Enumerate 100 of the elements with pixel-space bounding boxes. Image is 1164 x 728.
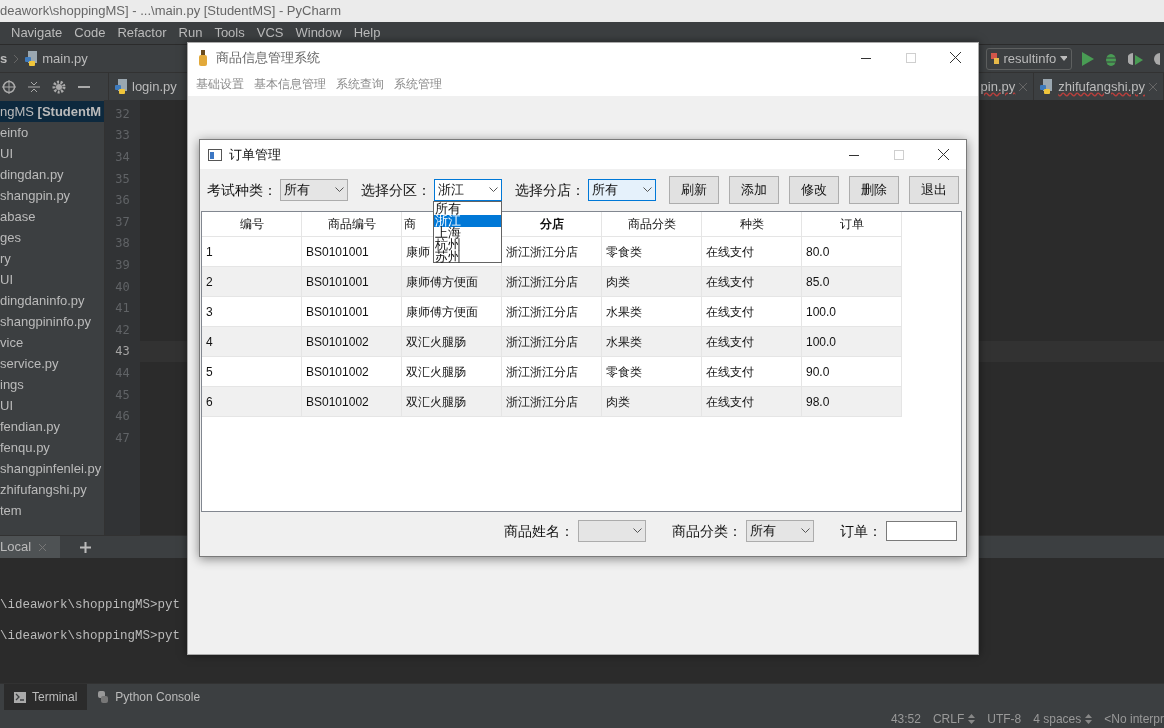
terminal-line: \ideawork\shoppingMS>pyt (0, 597, 181, 615)
chevron-down-icon (801, 528, 810, 534)
project-tree-item[interactable]: abase (0, 206, 104, 227)
crosshair-icon[interactable] (2, 79, 16, 94)
dropdown-option[interactable]: 苏州 (434, 251, 501, 263)
project-tree-item[interactable]: dingdaninfo.py (0, 290, 104, 311)
menu-item[interactable]: Refactor (112, 23, 172, 43)
menu-item[interactable]: Window (290, 23, 347, 43)
filter-dropdown[interactable]: 所有 (588, 179, 656, 201)
python-icon (991, 52, 1000, 65)
project-tree-item[interactable]: shangpininfo.py (0, 311, 104, 332)
menu-item[interactable]: Navigate (6, 23, 68, 43)
project-tree-item[interactable]: vice (0, 332, 104, 353)
project-tree-item[interactable]: dingdan.py (0, 164, 104, 185)
table-cell-text: 双汇火腿肠 (406, 363, 466, 381)
run-config-dropdown[interactable]: resultinfo (986, 47, 1072, 70)
action-button[interactable]: 刷新 (669, 176, 719, 204)
menu-item[interactable]: 系统查询 (332, 75, 388, 93)
project-tree-item[interactable]: ges (0, 227, 104, 248)
status-item[interactable]: 4 spaces (1033, 710, 1093, 728)
breadcrumb-item[interactable]: s (0, 48, 8, 69)
table-cell-text: 6 (206, 393, 213, 411)
dropdown-option[interactable]: 杭州 (434, 239, 501, 251)
dialog-title: 订单管理 (229, 145, 281, 164)
project-tree-item[interactable]: UI (0, 395, 104, 416)
table-cell-text: 双汇火腿肠 (406, 393, 466, 411)
table-cell-text: 85.0 (806, 273, 830, 291)
table-cell-text: 在线支付 (706, 333, 754, 351)
table-cell-text: 100.0 (806, 303, 837, 321)
dropdown-option[interactable]: 浙江 (434, 215, 501, 227)
window-title: deawork\shoppingMS] - ...\main.py [StudentMS] - PyCharm (0, 2, 342, 21)
column-header[interactable]: 商 (404, 215, 416, 233)
dropdown-option[interactable]: 所有 (434, 203, 501, 215)
menu-item[interactable]: 基本信息管理 (250, 75, 330, 93)
chevron-down-icon (633, 528, 642, 534)
project-tree-item[interactable]: einfo (0, 122, 104, 143)
project-tree-item[interactable]: shangpinfenlei.py (0, 458, 104, 479)
column-header[interactable]: 编号 (239, 215, 264, 233)
table-cell-text: 在线支付 (706, 243, 754, 261)
filter-dropdown[interactable]: 所有 (280, 179, 348, 201)
table-cell-text: 在线支付 (706, 363, 754, 381)
line-number: 43 (115, 343, 130, 361)
project-tree-item[interactable]: UI (0, 143, 104, 164)
filter-label: 商品分类： (672, 521, 742, 541)
column-header[interactable]: 分店 (539, 215, 564, 233)
python-icon (97, 691, 110, 703)
action-button[interactable]: 添加 (729, 176, 779, 204)
add-icon[interactable] (80, 541, 92, 553)
project-tree-item[interactable]: fendian.py (0, 416, 104, 437)
column-header[interactable]: 种类 (739, 215, 764, 233)
collapse-icon[interactable] (28, 79, 40, 94)
bug-icon[interactable] (1104, 51, 1118, 66)
menu-item[interactable]: Tools (209, 23, 250, 43)
menu-item[interactable]: Code (69, 23, 111, 43)
tool-window-tab[interactable]: Python Console (87, 684, 211, 710)
minimize-icon[interactable] (78, 85, 90, 88)
up-down-icon (1085, 714, 1093, 724)
settings-icon[interactable] (52, 79, 66, 94)
column-header[interactable]: 商品分类 (627, 215, 676, 233)
coverage-icon[interactable] (1128, 51, 1144, 66)
menu-item[interactable]: Help (348, 23, 386, 43)
project-tree-item[interactable]: shangpin.py (0, 185, 104, 206)
menu-item[interactable]: VCS (251, 23, 289, 43)
tool-window-tab[interactable]: Terminal (4, 684, 88, 710)
close-icon[interactable] (39, 543, 47, 551)
action-button[interactable]: 退出 (909, 176, 959, 204)
project-tree-item[interactable]: ings (0, 374, 104, 395)
close-icon[interactable] (1149, 82, 1157, 91)
terminal-session-tab[interactable]: Local (0, 536, 61, 558)
maximize-icon (905, 52, 916, 63)
table-cell-text: 1 (206, 243, 213, 261)
menu-item[interactable]: Run (173, 23, 208, 43)
project-tree-item[interactable]: UI (0, 269, 104, 290)
table-cell-text: 5 (206, 363, 213, 381)
project-tree-item[interactable]: ry (0, 248, 104, 269)
menu-item[interactable]: 基础设置 (192, 75, 248, 93)
status-item[interactable]: CRLF (932, 710, 976, 728)
action-button[interactable]: 删除 (849, 176, 899, 204)
project-tree-item[interactable]: fenqu.py (0, 437, 104, 458)
breadcrumb-item[interactable]: main.py (42, 48, 88, 69)
project-tree-item[interactable]: ngMS [StudentM (0, 101, 104, 122)
filter-dropdown[interactable] (578, 520, 646, 542)
run-icon[interactable] (1082, 51, 1094, 66)
status-text: UTF-8 (987, 711, 1022, 728)
python-file-icon (25, 50, 40, 67)
column-header[interactable]: 订单 (839, 215, 864, 233)
project-tree-item[interactable]: zhifufangshi.py (0, 479, 104, 500)
close-icon[interactable] (1019, 82, 1028, 91)
table-cell-text: 水果类 (606, 333, 642, 351)
project-tree-item[interactable]: service.py (0, 353, 104, 374)
action-button[interactable]: 修改 (789, 176, 839, 204)
order-input-field[interactable] (886, 521, 957, 541)
column-header[interactable]: 商品编号 (327, 215, 376, 233)
project-tree-item[interactable]: tem (0, 500, 104, 521)
bottle-icon (198, 49, 208, 66)
filter-dropdown[interactable]: 所有 (746, 520, 814, 542)
menu-item[interactable]: 系统管理 (390, 75, 446, 93)
dropdown-option[interactable]: 上海 (434, 227, 501, 239)
table-cell-text: 双汇火腿肠 (406, 333, 466, 351)
filter-dropdown[interactable]: 浙江 (434, 179, 502, 201)
